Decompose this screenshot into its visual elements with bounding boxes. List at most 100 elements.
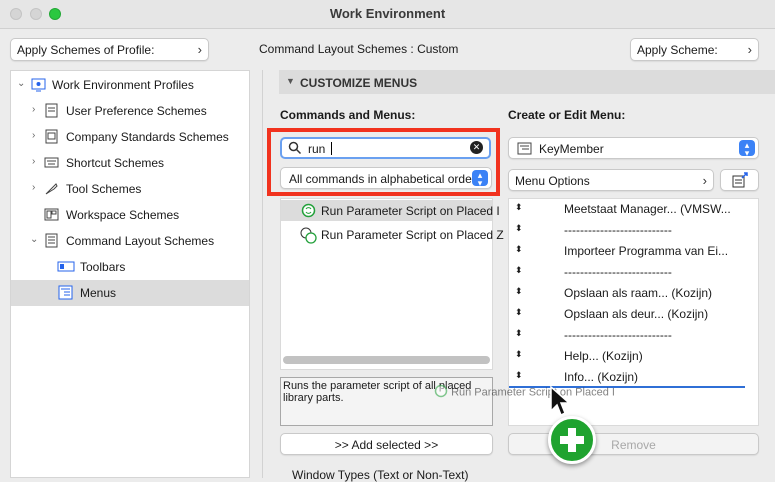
tree-item-label: Workspace Schemes [66,208,180,222]
filter-value: All commands in alphabetical order [289,172,476,186]
updown-arrows-icon: ▴ ▾ [739,140,755,158]
section-header[interactable]: ▼ CUSTOMIZE MENUS [279,70,775,94]
layout-icon [44,233,59,248]
keyboard-icon [44,155,59,170]
menu-item-label: Help... (Kozijn) [564,349,643,363]
menu-item-label: --------------------------- [564,265,672,279]
reorder-icon[interactable]: ⬍ [515,223,523,234]
run-script-icon [434,384,448,401]
menu-icon [58,285,73,300]
workspace-icon [44,207,59,222]
tree-item-label: Tool Schemes [66,182,142,196]
new-menu-icon [732,172,749,192]
updown-arrows-icon: ▴ ▾ [472,170,488,188]
tree-item-toolbars[interactable]: Toolbars [11,254,249,280]
tree-root-label: Work Environment Profiles [52,78,194,92]
scheme-icon [44,129,59,144]
tree-item-label: User Preference Schemes [66,104,207,118]
result-label: Run Parameter Script on Placed Z [321,228,504,242]
window-types-label: Window Types (Text or Non-Text) [292,468,469,482]
menu-item-row[interactable]: ⬍ Opslaan als raam... (Kozijn) [509,283,745,304]
tree-item-workspace[interactable]: Workspace Schemes [11,202,249,228]
chevron-right-icon[interactable]: › [32,182,35,193]
chevron-down-icon[interactable]: ⌄ [30,234,38,245]
menu-item-label: Opslaan als raam... (Kozijn) [564,286,713,300]
horizontal-scrollbar[interactable] [283,356,490,364]
tree-item-company-standards[interactable]: › Company Standards Schemes [11,124,249,150]
remove-label: Remove [611,438,656,452]
apply-scheme-label: Apply Scheme: [637,43,718,57]
layout-scheme-status: Command Layout Schemes : Custom [259,42,458,56]
tree-item-label: Menus [80,286,117,300]
drag-ghost-label: Run Parameter Script on Placed I [451,386,615,399]
divider [262,70,263,478]
drag-ghost: Run Parameter Script on Placed I [434,384,615,401]
chevron-right-icon: › [197,42,202,57]
tree-item-menus[interactable]: Menus [11,280,249,306]
new-menu-button[interactable] [720,169,759,191]
tree-item-tool[interactable]: › Tool Schemes [11,176,249,202]
menu-item-row[interactable]: ⬍ Opslaan als deur... (Kozijn) [509,304,745,325]
menu-item-label: --------------------------- [564,328,672,342]
search-input[interactable]: run ✕ [280,137,491,159]
reorder-icon[interactable]: ⬍ [515,244,523,255]
tree-item-user-preference[interactable]: › User Preference Schemes [11,98,249,124]
profiles-icon [31,77,46,92]
add-selected-button[interactable]: >> Add selected >> [280,433,493,455]
reorder-icon[interactable]: ⬍ [515,265,523,276]
menu-heading: Create or Edit Menu: [508,108,626,122]
result-row[interactable]: Run Parameter Script on Placed I [281,200,500,221]
tree-item-command-layout[interactable]: ⌄ Command Layout Schemes [11,228,249,254]
tool-icon [44,181,59,196]
remove-button[interactable]: Remove [508,433,759,455]
menu-options-button[interactable]: Menu Options › [508,169,714,191]
apply-scheme-button[interactable]: Apply Scheme: › [630,38,759,61]
menu-item-row[interactable]: ⬍ Meetstaat Manager... (VMSW... [509,199,745,220]
result-row[interactable]: Run Parameter Script on Placed Z [281,224,504,245]
add-selected-label: >> Add selected >> [334,438,439,452]
section-title: CUSTOMIZE MENUS [300,76,418,90]
chevron-right-icon: › [702,173,707,188]
chevron-right-icon[interactable]: › [32,104,35,115]
menu-item-row[interactable]: ⬍ Help... (Kozijn) [509,346,745,367]
tree-item-label: Company Standards Schemes [66,130,229,144]
chevron-right-icon[interactable]: › [32,130,35,141]
reorder-icon[interactable]: ⬍ [515,307,523,318]
menu-item-label: Info... (Kozijn) [564,370,639,384]
chevron-right-icon[interactable]: › [32,156,35,167]
menu-item-label: Opslaan als deur... (Kozijn) [564,307,709,321]
chevron-down-icon[interactable]: ⌄ [17,78,25,89]
apply-profile-button[interactable]: Apply Schemes of Profile: › [10,38,209,61]
menu-item-row[interactable]: ⬍ --------------------------- [509,220,745,241]
apply-profile-label: Apply Schemes of Profile: [17,43,155,57]
selected-menu: KeyMember [539,142,604,156]
tree-item-label: Toolbars [80,260,126,274]
reorder-icon[interactable]: ⬍ [515,202,523,213]
toolbar-icon [57,259,75,274]
reorder-icon[interactable]: ⬍ [515,349,523,360]
result-label: Run Parameter Script on Placed I [321,204,500,218]
tree-item-label: Shortcut Schemes [66,156,165,170]
menu-icon [517,141,532,159]
chevron-right-icon: › [747,42,752,57]
tree-item-label: Command Layout Schemes [66,234,215,248]
tree-item-shortcut[interactable]: › Shortcut Schemes [11,150,249,176]
run-script-icon [301,203,316,221]
menu-item-label: Meetstaat Manager... (VMSW... [564,202,731,216]
menu-item-row[interactable]: ⬍ --------------------------- [509,325,745,346]
search-value: run [308,142,326,156]
reorder-icon[interactable]: ⬍ [515,328,523,339]
tree-item-root[interactable]: ⌄ Work Environment Profiles [11,72,249,98]
reorder-icon[interactable]: ⬍ [515,286,523,297]
scheme-tree: ⌄ Work Environment Profiles › User Prefe… [10,70,250,478]
reorder-icon[interactable]: ⬍ [515,370,523,381]
clear-search-icon[interactable]: ✕ [470,141,483,154]
menu-item-row[interactable]: ⬍ Importeer Programma van Ei... [509,241,745,262]
menu-select-dropdown[interactable]: KeyMember ▴ ▾ [508,137,759,159]
search-icon [288,141,302,158]
window-title: Work Environment [329,6,446,21]
command-results-list: Run Parameter Script on Placed I Run Par… [280,198,504,370]
disclosure-triangle-icon: ▼ [286,76,295,86]
filter-dropdown[interactable]: All commands in alphabetical order ▴ ▾ [280,167,492,189]
menu-item-row[interactable]: ⬍ --------------------------- [509,262,745,283]
